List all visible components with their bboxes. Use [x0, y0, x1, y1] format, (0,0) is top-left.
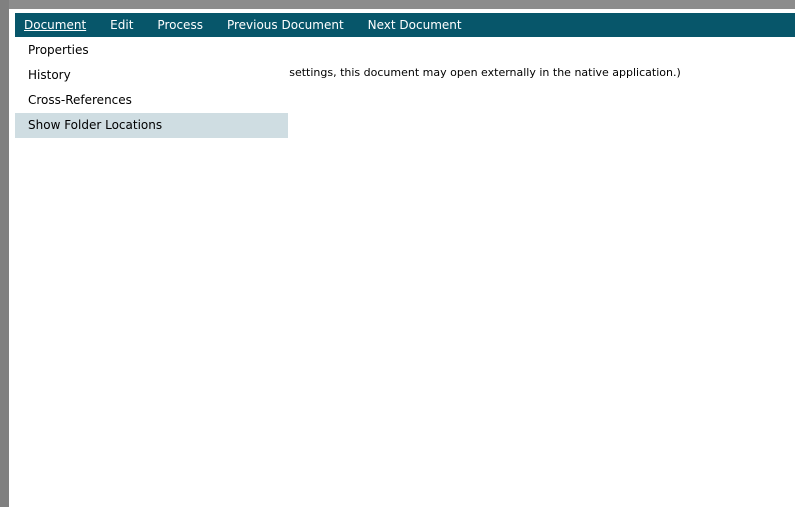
menu-edit[interactable]: Edit	[98, 13, 145, 37]
menu-document[interactable]: Document	[15, 13, 98, 37]
window-top-border	[0, 0, 795, 9]
menu-item-cross-references[interactable]: Cross-References	[15, 88, 288, 113]
menu-item-show-folder-locations[interactable]: Show Folder Locations	[15, 113, 288, 138]
window-left-border	[0, 0, 9, 507]
menu-process[interactable]: Process	[145, 13, 215, 37]
menu-item-properties[interactable]: Properties	[15, 38, 288, 63]
document-window: Document Edit Process Previous Document …	[0, 0, 795, 507]
document-menu-dropdown: Properties History Cross-References Show…	[15, 38, 288, 138]
menu-previous-document[interactable]: Previous Document	[215, 13, 356, 37]
document-message: m settings, this document may open exter…	[275, 66, 681, 79]
menu-bar: Document Edit Process Previous Document …	[15, 13, 795, 37]
menu-item-history[interactable]: History	[15, 63, 288, 88]
menu-next-document[interactable]: Next Document	[356, 13, 474, 37]
